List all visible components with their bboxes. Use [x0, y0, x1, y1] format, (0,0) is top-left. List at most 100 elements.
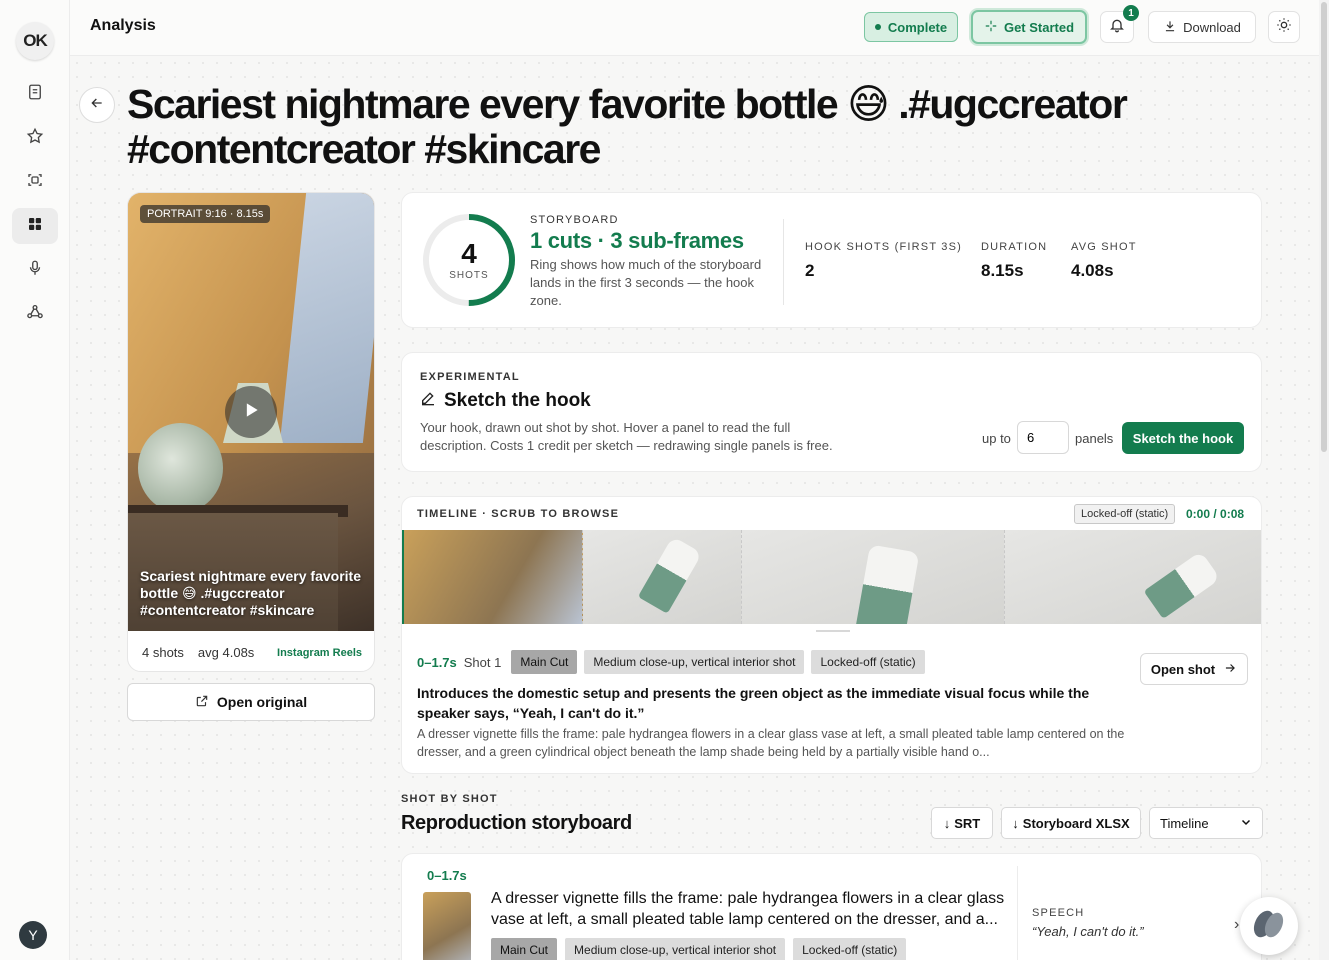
timeline-strip[interactable]: [402, 530, 1261, 624]
ring-shot-count: 4: [461, 238, 477, 269]
shot-number: Shot 1: [463, 654, 502, 670]
timeline-segment[interactable]: [402, 530, 583, 624]
tag-camera-move: Locked-off (static): [793, 938, 907, 960]
hook-title-text: Sketch the hook: [444, 390, 591, 411]
chevron-down-icon: [1240, 816, 1252, 831]
shot-range: 0–1.7s: [417, 654, 457, 670]
sidebar-item-dashboard[interactable]: [12, 208, 58, 244]
stat-value: 8.15s: [981, 261, 1024, 280]
shot-title: A dresser vignette fills the frame: pale…: [491, 890, 1005, 928]
hook-eyebrow: EXPERIMENTAL: [420, 371, 520, 383]
sketch-hook-card: EXPERIMENTAL Sketch the hook Your hook, …: [401, 352, 1262, 472]
assistant-icon: [1249, 904, 1289, 949]
download-arrow-icon: ↓: [1012, 815, 1019, 831]
sidebar-item-scan[interactable]: [12, 164, 58, 200]
shot-range: 0–1.7s: [427, 868, 467, 883]
arrow-left-icon: [89, 95, 105, 116]
download-button[interactable]: Download: [1148, 11, 1256, 43]
current-shot-row: 0–1.7s Shot 1 Main Cut Medium close-up, …: [417, 650, 925, 674]
sidebar: OK Y: [0, 0, 70, 960]
bell-icon: [1109, 17, 1125, 38]
get-started-button[interactable]: Get Started: [971, 10, 1087, 44]
timeline-segment[interactable]: [582, 530, 743, 624]
stat-label: AVG SHOT: [1071, 241, 1137, 253]
srt-label: SRT: [954, 815, 981, 831]
camera-tooltip: Locked-off (static): [1074, 504, 1176, 524]
microphone-icon: [26, 259, 44, 282]
video-meta: 4 shots avg 4.08s Instagram Reels: [142, 645, 362, 660]
timeline-segment[interactable]: [742, 530, 1005, 624]
up-to-label: up to: [982, 431, 1011, 446]
sidebar-item-favorites[interactable]: [12, 120, 58, 156]
hook-description: Your hook, drawn out shot by shot. Hover…: [420, 420, 833, 453]
panel-count-input[interactable]: [1017, 421, 1069, 454]
shot-thumbnail[interactable]: [423, 892, 471, 960]
open-shot-label: Open shot: [1150, 661, 1216, 677]
open-original-button[interactable]: Open original: [127, 683, 375, 721]
view-select[interactable]: Timeline: [1149, 807, 1263, 839]
play-button[interactable]: [225, 386, 277, 438]
pencil-icon: [420, 390, 436, 412]
sidebar-item-notes[interactable]: [12, 76, 58, 112]
portrait-chip: PORTRAIT 9:16 · 8.15s: [140, 205, 271, 223]
storyboard-headline: 1 cuts · 3 sub-frames: [530, 228, 744, 253]
panels-label: panels: [1075, 431, 1114, 446]
tag-framing: Medium close-up, vertical interior shot: [565, 938, 786, 960]
network-icon: [26, 303, 44, 326]
timeline-time: 0:00 / 0:08: [1186, 507, 1245, 521]
platform-label: Instagram Reels: [277, 646, 362, 659]
notifications-button[interactable]: 1: [1100, 5, 1139, 43]
divider: [1017, 866, 1018, 960]
notes-icon: [26, 83, 44, 106]
xlsx-label: Storyboard XLSX: [1022, 815, 1130, 831]
shot-card[interactable]: 0–1.7s A dresser vignette fills the fram…: [401, 853, 1262, 960]
timeline-card: TIMELINE · SCRUB TO BROWSE Locked-off (s…: [401, 496, 1262, 774]
scan-icon: [26, 171, 44, 194]
sidebar-item-network[interactable]: [12, 296, 58, 332]
video-card: PORTRAIT 9:16 · 8.15s Scariest nightmare…: [127, 192, 375, 672]
storyboard-eyebrow: STORYBOARD: [530, 214, 619, 226]
speech-text: “Yeah, I can't do it.”: [1032, 924, 1144, 939]
speech-label: SPEECH: [1032, 907, 1085, 919]
status-badge: Complete: [864, 12, 958, 42]
stat-value: 2: [805, 261, 815, 280]
external-link-icon: [195, 694, 209, 711]
shot-detail: A dresser vignette fills the frame: pale…: [417, 727, 1125, 759]
assistant-fab-button[interactable]: [1240, 897, 1298, 955]
stat-hook-shots: HOOK SHOTS (FIRST 3S) 2: [805, 241, 962, 281]
timeline-resize-handle[interactable]: [816, 630, 850, 632]
chevron-right-icon[interactable]: ›: [1234, 916, 1239, 934]
sidebar-item-voice[interactable]: [12, 252, 58, 288]
section-eyebrow: SHOT BY SHOT: [401, 793, 498, 805]
stat-avg-shot: AVG SHOT 4.08s: [1071, 241, 1137, 281]
theme-toggle-button[interactable]: [1268, 11, 1300, 43]
open-shot-button[interactable]: Open shot: [1140, 653, 1248, 685]
shots-count: 4 shots: [142, 645, 184, 660]
stat-duration: DURATION 8.15s: [981, 241, 1047, 281]
download-xlsx-button[interactable]: ↓ Storyboard XLSX: [1001, 807, 1141, 839]
back-button[interactable]: [79, 87, 115, 123]
stat-label: HOOK SHOTS (FIRST 3S): [805, 241, 963, 253]
tag-cut-type: Main Cut: [511, 650, 578, 674]
timeline-segment[interactable]: [1004, 530, 1261, 624]
sketch-hook-button[interactable]: Sketch the hook: [1122, 422, 1244, 454]
download-label: Download: [1183, 19, 1241, 35]
video-title: Scariest nightmare every favorite bottle…: [127, 81, 1128, 172]
page-scrollbar[interactable]: [1319, 0, 1329, 960]
section-title: Reproduction storyboard: [401, 812, 632, 834]
status-label: Complete: [887, 19, 948, 35]
stat-label: DURATION: [981, 241, 1048, 253]
video-thumbnail[interactable]: PORTRAIT 9:16 · 8.15s Scariest nightmare…: [128, 193, 374, 631]
shot-summary: Introduces the domestic setup and presen…: [417, 685, 1090, 721]
download-arrow-icon: ↓: [943, 815, 951, 831]
scrollbar-thumb[interactable]: [1321, 2, 1327, 452]
play-icon: [241, 400, 261, 425]
app-logo[interactable]: OK: [16, 22, 54, 60]
shot-tags: Main Cut Medium close-up, vertical inter…: [491, 938, 907, 960]
download-srt-button[interactable]: ↓ SRT: [931, 807, 993, 839]
tag-cut-type: Main Cut: [491, 938, 558, 960]
view-select-value: Timeline: [1160, 815, 1209, 831]
open-original-label: Open original: [216, 694, 308, 710]
download-icon: [1163, 19, 1177, 36]
user-avatar[interactable]: Y: [19, 921, 47, 949]
